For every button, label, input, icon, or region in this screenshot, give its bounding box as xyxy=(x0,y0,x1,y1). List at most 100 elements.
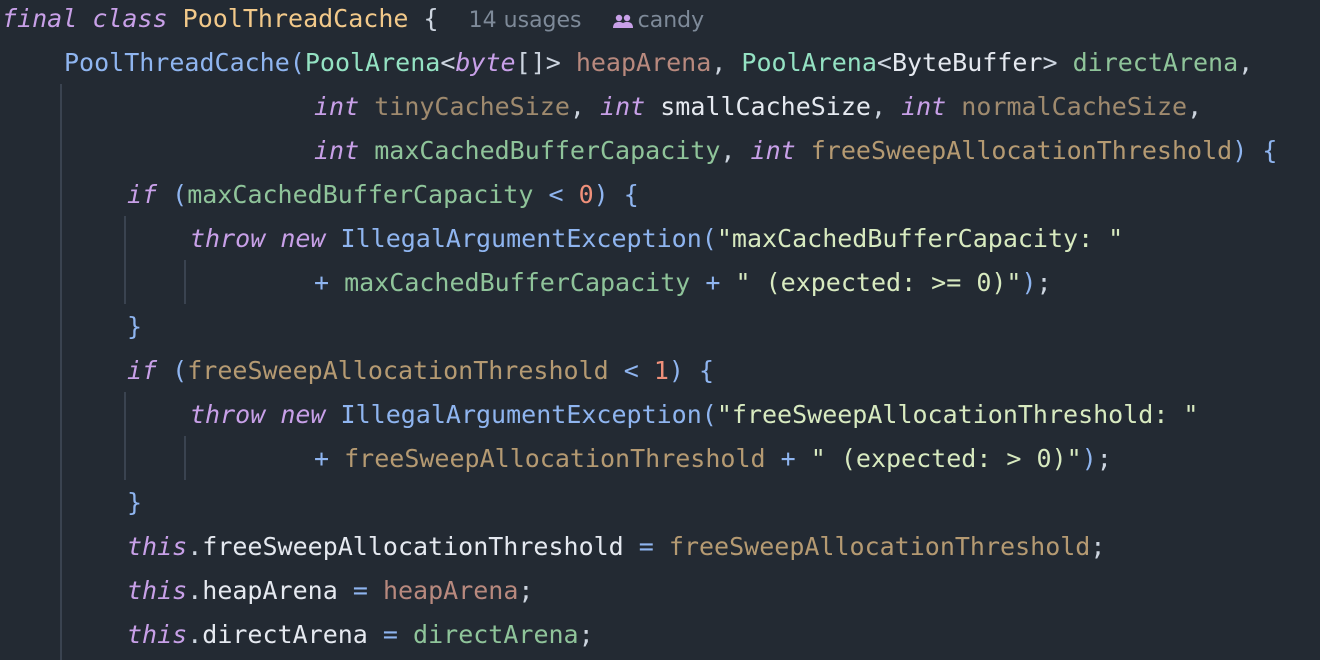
code-line-ctor-3[interactable]: int maxCachedBufferCapacity, int freeSwe… xyxy=(314,129,1277,173)
keyword-int: int xyxy=(314,92,360,121)
var-freesweepallocationthreshold[interactable]: freeSweepAllocationThreshold xyxy=(187,356,608,385)
param-normalcachesize[interactable]: normalCacheSize xyxy=(961,92,1187,121)
author-name: candy xyxy=(637,8,705,33)
dot: . xyxy=(187,576,203,605)
param-tinycachesize[interactable]: tinyCacheSize xyxy=(374,92,570,121)
semicolon: ; xyxy=(1096,444,1112,473)
indent-guide xyxy=(184,260,186,304)
code-line-throw-1[interactable]: throw new IllegalArgumentException("maxC… xyxy=(190,217,1123,261)
comma: , xyxy=(569,92,585,121)
var-maxcachedbuffercapacity[interactable]: maxCachedBufferCapacity xyxy=(344,268,690,297)
keyword-byte: byte xyxy=(455,48,516,77)
var-directarena[interactable]: directArena xyxy=(413,620,579,649)
keyword-if: if xyxy=(127,180,158,209)
code-line-throw-2-cont[interactable]: + freeSweepAllocationThreshold + " (expe… xyxy=(314,437,1112,481)
lt: < xyxy=(440,48,456,77)
open-paren: ( xyxy=(172,180,188,209)
keyword-this: this xyxy=(127,620,188,649)
comma: , xyxy=(1187,92,1203,121)
code-line-close-2[interactable]: } xyxy=(127,481,142,525)
operator-lt: < xyxy=(548,180,564,209)
open-brace: { xyxy=(1262,136,1278,165)
code-line-class-header[interactable]: final class PoolThreadCache { 14 usages … xyxy=(2,0,704,41)
field-heaparena[interactable]: heapArena xyxy=(202,576,337,605)
keyword-new: new xyxy=(280,224,326,253)
lt: < xyxy=(876,48,892,77)
class-name[interactable]: PoolThreadCache xyxy=(183,4,409,33)
keyword-throw: throw xyxy=(190,400,266,429)
comma: , xyxy=(720,136,736,165)
semicolon: ; xyxy=(518,576,534,605)
open-paren: ( xyxy=(701,400,717,429)
close-brace: } xyxy=(127,488,143,517)
open-paren: ( xyxy=(701,224,717,253)
param-maxcachedbuffercapacity[interactable]: maxCachedBufferCapacity xyxy=(374,136,720,165)
operator-plus: + xyxy=(314,444,330,473)
code-line-ctor-2[interactable]: int tinyCacheSize, int smallCacheSize, i… xyxy=(314,85,1202,129)
param-smallcachesize[interactable]: smallCacheSize xyxy=(660,92,871,121)
open-brace: { xyxy=(623,180,639,209)
code-line-if-2[interactable]: if (freeSweepAllocationThreshold < 1) { xyxy=(127,349,714,393)
code-line-throw-2[interactable]: throw new IllegalArgumentException("free… xyxy=(190,393,1198,437)
var-heaparena[interactable]: heapArena xyxy=(383,576,518,605)
field-directarena[interactable]: directArena xyxy=(202,620,368,649)
code-line-assign-2[interactable]: this.heapArena = heapArena; xyxy=(127,569,533,613)
param-directarena[interactable]: directArena xyxy=(1073,48,1239,77)
close-paren: ) xyxy=(1232,136,1248,165)
gt: > xyxy=(1042,48,1058,77)
gt: > xyxy=(545,48,561,77)
operator-plus: + xyxy=(314,268,330,297)
semicolon: ; xyxy=(1036,268,1052,297)
code-editor[interactable]: final class PoolThreadCache { 14 usages … xyxy=(0,0,1320,660)
keyword-this: this xyxy=(127,576,188,605)
author-hint[interactable]: candy xyxy=(612,8,705,33)
exception-class[interactable]: IllegalArgumentException xyxy=(341,224,702,253)
dot: . xyxy=(187,532,203,561)
var-freesweepallocationthreshold[interactable]: freeSweepAllocationThreshold xyxy=(344,444,765,473)
operator-assign: = xyxy=(352,576,368,605)
type-poolarena[interactable]: PoolArena xyxy=(741,48,876,77)
keyword-int: int xyxy=(314,136,360,165)
keyword-class: class xyxy=(92,4,168,33)
code-line-close-1[interactable]: } xyxy=(127,305,142,349)
keyword-new: new xyxy=(280,400,326,429)
comma: , xyxy=(1238,48,1254,77)
field-freesweepallocationthreshold[interactable]: freeSweepAllocationThreshold xyxy=(202,532,623,561)
open-paren: ( xyxy=(172,356,188,385)
indent-guide xyxy=(124,216,126,304)
usages-hint[interactable]: 14 usages xyxy=(469,8,582,33)
close-paren: ) xyxy=(1081,444,1097,473)
indent-guide xyxy=(184,436,186,480)
type-bytebuffer[interactable]: ByteBuffer xyxy=(892,48,1043,77)
open-paren: ( xyxy=(289,48,305,77)
param-freesweepallocationthreshold[interactable]: freeSweepAllocationThreshold xyxy=(811,136,1232,165)
indent-guide xyxy=(124,392,126,480)
keyword-this: this xyxy=(127,532,188,561)
keyword-int: int xyxy=(600,92,646,121)
users-icon xyxy=(612,14,633,28)
var-maxcachedbuffercapacity[interactable]: maxCachedBufferCapacity xyxy=(187,180,533,209)
code-line-ctor-1[interactable]: PoolThreadCache(PoolArena<byte[]> heapAr… xyxy=(64,41,1253,85)
semicolon: ; xyxy=(578,620,594,649)
string-literal: "freeSweepAllocationThreshold: " xyxy=(716,400,1199,429)
var-freesweepallocationthreshold[interactable]: freeSweepAllocationThreshold xyxy=(669,532,1090,561)
keyword-int: int xyxy=(750,136,796,165)
keyword-int: int xyxy=(901,92,947,121)
comma: , xyxy=(711,48,727,77)
open-brace: { xyxy=(423,4,439,33)
keyword-throw: throw xyxy=(190,224,266,253)
semicolon: ; xyxy=(1090,532,1106,561)
code-line-assign-1[interactable]: this.freeSweepAllocationThreshold = free… xyxy=(127,525,1105,569)
code-line-assign-3[interactable]: this.directArena = directArena; xyxy=(127,613,594,657)
close-paren: ) xyxy=(668,356,684,385)
param-heaparena[interactable]: heapArena xyxy=(576,48,711,77)
string-literal: " (expected: >= 0)" xyxy=(735,268,1022,297)
code-line-if-1[interactable]: if (maxCachedBufferCapacity < 0) { xyxy=(127,173,639,217)
type-poolarena[interactable]: PoolArena xyxy=(305,48,440,77)
code-line-throw-1-cont[interactable]: + maxCachedBufferCapacity + " (expected:… xyxy=(314,261,1052,305)
string-literal: "maxCachedBufferCapacity: " xyxy=(716,224,1124,253)
number-literal: 1 xyxy=(653,356,669,385)
exception-class[interactable]: IllegalArgumentException xyxy=(341,400,702,429)
constructor-name[interactable]: PoolThreadCache xyxy=(64,48,290,77)
operator-lt: < xyxy=(623,356,639,385)
